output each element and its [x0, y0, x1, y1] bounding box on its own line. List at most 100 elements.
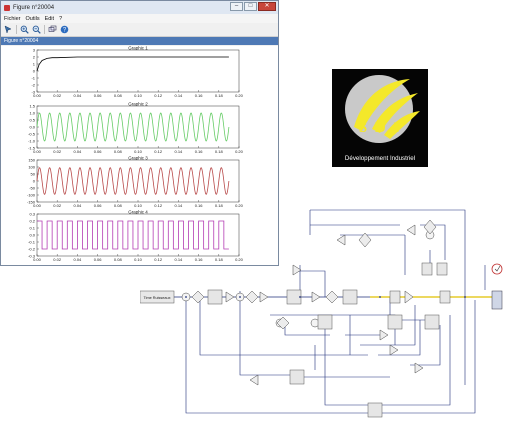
y-tick-label: -100	[27, 193, 36, 198]
y-tick-label: 0.3	[29, 212, 35, 217]
y-tick-label: 0.1	[29, 226, 35, 231]
window-title: Figure n°20004	[13, 4, 55, 11]
select-icon[interactable]	[4, 25, 13, 34]
maximize-button[interactable]: □	[244, 2, 257, 11]
gain-block[interactable]	[389, 344, 399, 356]
gain-block[interactable]	[336, 234, 346, 246]
x-tick-label: 0.00	[33, 149, 42, 154]
transfer-block[interactable]	[207, 289, 223, 305]
minimize-button[interactable]: –	[230, 2, 243, 11]
zoom-out-icon[interactable]	[32, 25, 41, 34]
toolbar-separator	[44, 25, 45, 34]
gain-block[interactable]	[414, 362, 424, 374]
x-tick-label: 0.06	[94, 149, 103, 154]
menu-fichier[interactable]: Fichier	[4, 16, 21, 22]
x-tick-label: 0.04	[74, 257, 83, 262]
scope-block[interactable]	[491, 290, 503, 310]
y-tick-label: -2	[31, 83, 35, 88]
gain-block[interactable]	[225, 291, 235, 303]
x-tick-label: 0.12	[154, 149, 163, 154]
x-tick-label: 0.16	[195, 149, 204, 154]
x-tick-label: 0.14	[175, 149, 184, 154]
y-tick-label: 1.5	[29, 104, 35, 109]
x-tick-label: 0.02	[53, 257, 62, 262]
x-tick-label: 0.06	[94, 203, 103, 208]
transfer-block[interactable]	[387, 314, 403, 330]
product-block[interactable]	[245, 290, 259, 304]
y-tick-label: 50	[31, 172, 36, 177]
transfer-block[interactable]	[342, 289, 358, 305]
figure-tab[interactable]: Figure n°20004	[1, 37, 278, 45]
gain-block[interactable]	[406, 224, 416, 236]
x-tick-label: 0.10	[134, 93, 143, 98]
rotate-icon[interactable]	[48, 25, 57, 34]
y-tick-label: 1.0	[29, 111, 35, 116]
wire-junction	[464, 296, 466, 298]
x-tick-label: 0.14	[175, 93, 184, 98]
gain-block[interactable]	[249, 374, 259, 386]
y-tick-label: 100	[28, 165, 35, 170]
zoom-in-icon[interactable]	[20, 25, 29, 34]
y-tick-label: 0.5	[29, 118, 35, 123]
wire-junction	[185, 296, 187, 298]
close-button[interactable]: ✕	[258, 2, 276, 11]
product-block[interactable]	[276, 316, 290, 330]
transfer-block[interactable]	[317, 314, 333, 330]
x-tick-label: 0.06	[94, 93, 103, 98]
transfer-block[interactable]	[289, 369, 305, 385]
toolbar: ?	[1, 23, 278, 37]
menu-outils[interactable]: Outils	[26, 16, 40, 22]
y-tick-label: -50	[29, 186, 36, 191]
x-tick-label: 0.08	[114, 149, 123, 154]
x-tick-label: 0.04	[74, 93, 83, 98]
transfer-block[interactable]	[436, 262, 448, 276]
x-tick-label: 0.04	[74, 149, 83, 154]
y-tick-label: -0.5	[28, 132, 36, 137]
product-block[interactable]	[423, 219, 437, 235]
logo-subtitle: Développement Industriel	[345, 155, 415, 162]
gain-blocks	[225, 224, 424, 386]
y-tick-label: 150	[28, 158, 35, 163]
y-tick-label: 0.0	[29, 233, 35, 238]
x-tick-label: 0.02	[53, 93, 62, 98]
transfer-block[interactable]	[389, 290, 401, 304]
gain-block[interactable]	[379, 329, 389, 341]
product-block[interactable]	[325, 290, 339, 304]
product-blocks	[191, 219, 437, 330]
x-tick-label: 0.00	[33, 203, 42, 208]
summing-junctions	[181, 230, 435, 328]
product-block[interactable]	[191, 290, 205, 304]
clock-icon[interactable]	[491, 263, 503, 275]
transfer-block[interactable]	[439, 290, 451, 304]
x-tick-label: 0.20	[235, 149, 244, 154]
y-tick-label: -0.1	[28, 240, 36, 245]
x-tick-label: 0.00	[33, 93, 42, 98]
menu-help[interactable]: ?	[59, 16, 62, 22]
transfer-block[interactable]	[367, 402, 383, 418]
transfer-block[interactable]	[421, 262, 433, 276]
transfer-block[interactable]	[286, 289, 302, 305]
x-tick-label: 0.00	[33, 257, 42, 262]
x-tick-label: 0.06	[94, 257, 103, 262]
title-bar[interactable]: Figure n°20004 – □ ✕	[1, 1, 278, 14]
y-tick-label: -1.0	[28, 139, 36, 144]
x-tick-label: 0.08	[114, 93, 123, 98]
sdi-logo: S D I Développement Industriel	[332, 69, 428, 167]
gain-block[interactable]	[404, 290, 414, 304]
logo-text: S D I	[359, 120, 402, 136]
transfer-blocks	[207, 262, 451, 418]
gain-block[interactable]	[259, 291, 269, 303]
y-tick-label: 0	[33, 69, 36, 74]
x-tick-label: 0.08	[114, 203, 123, 208]
x-tick-label: 0.18	[215, 93, 224, 98]
transfer-block[interactable]	[424, 314, 440, 330]
gain-block[interactable]	[311, 291, 321, 303]
menu-bar: Fichier Outils Edit ?	[1, 14, 278, 23]
x-tick-label: 0.10	[134, 149, 143, 154]
x-tick-label: 0.02	[53, 149, 62, 154]
x-tick-label: 0.08	[114, 257, 123, 262]
diagram-wires	[185, 209, 486, 414]
menu-edit[interactable]: Edit	[45, 16, 54, 22]
help-icon[interactable]: ?	[60, 25, 69, 34]
y-tick-label: 0	[33, 179, 36, 184]
